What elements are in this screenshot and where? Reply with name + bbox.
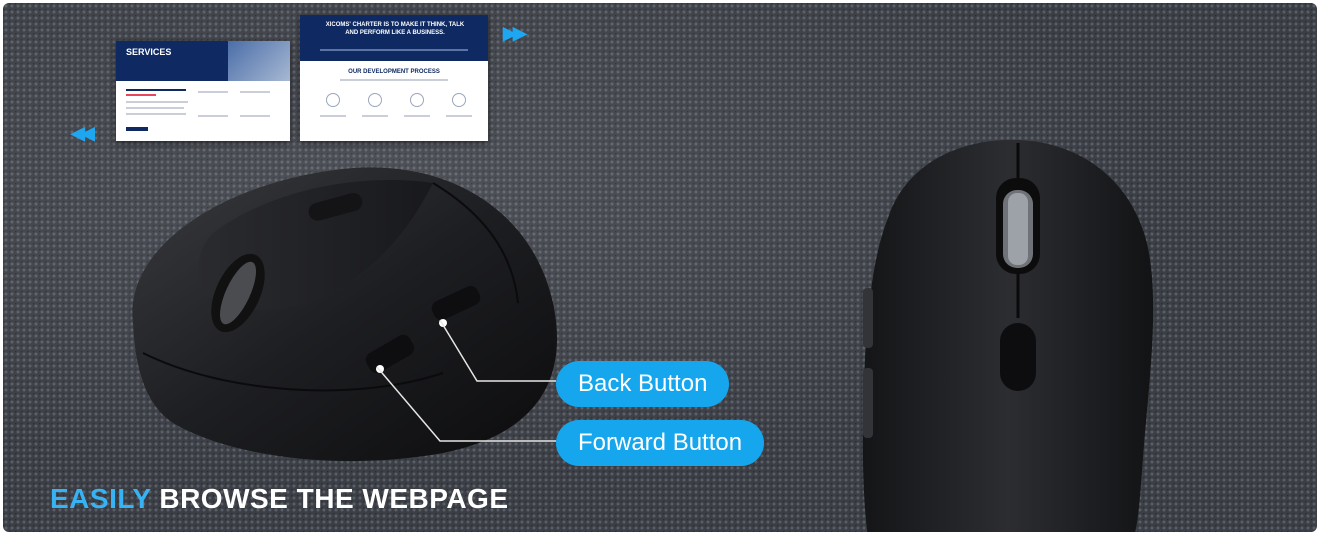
product-banner: SERVICES XICOMS' CHARTER IS TO MAKE IT T…: [3, 3, 1317, 532]
headline-accent-word: EASILY: [50, 483, 152, 514]
forward-button-callout: Forward Button: [556, 420, 765, 466]
banner-headline: EASILY BROWSE THE WEBPAGE: [50, 483, 509, 515]
mouse-top-view: [862, 139, 1154, 532]
headline-rest: BROWSE THE WEBPAGE: [159, 483, 509, 514]
back-button-callout: Back Button: [556, 361, 730, 407]
